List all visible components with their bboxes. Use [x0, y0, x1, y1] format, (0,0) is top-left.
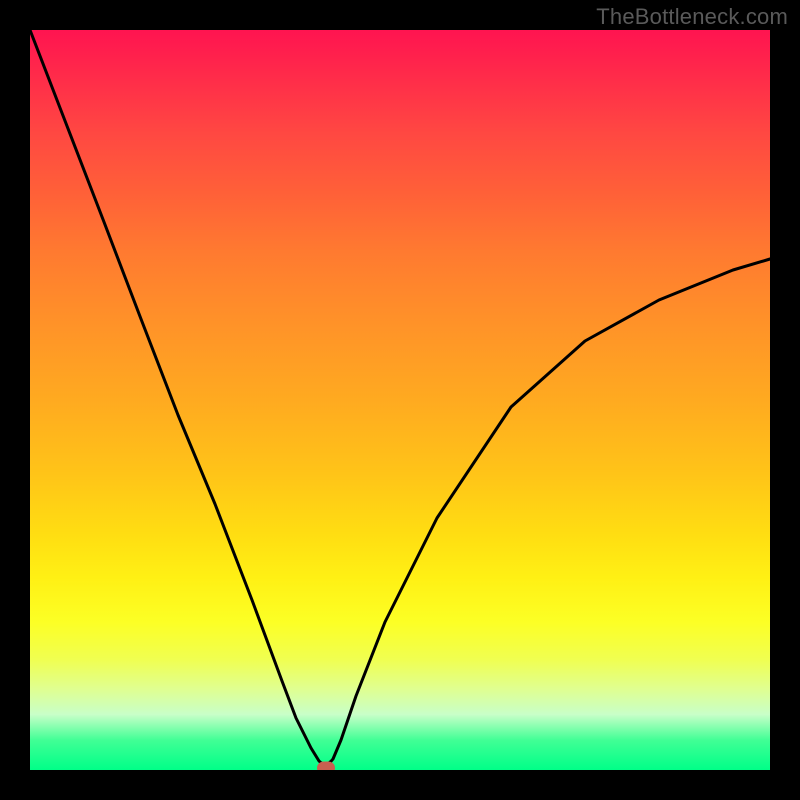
optimal-point-marker: [317, 761, 335, 770]
bottleneck-curve-path: [30, 30, 770, 764]
chart-curve-svg: [30, 30, 770, 770]
chart-plot-area: [30, 30, 770, 770]
watermark-text: TheBottleneck.com: [596, 4, 788, 30]
